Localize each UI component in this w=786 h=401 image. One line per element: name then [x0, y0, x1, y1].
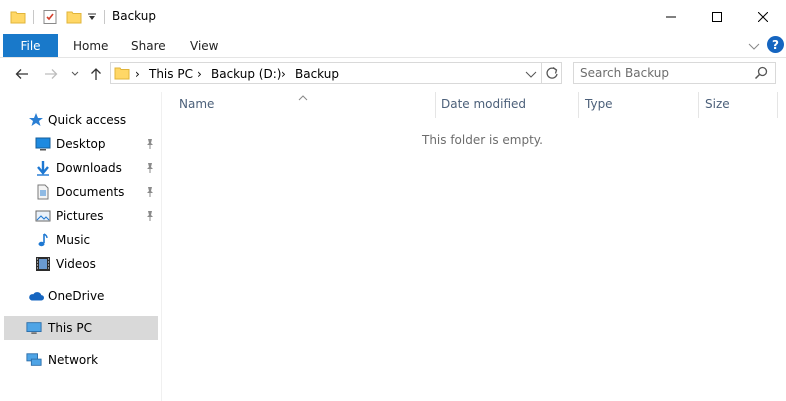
sidebar-item-network[interactable]: Network: [4, 348, 158, 372]
sidebar-label: Downloads: [56, 161, 122, 175]
pictures-icon: [35, 208, 51, 224]
music-note-icon: [35, 232, 51, 248]
sidebar-label: This PC: [48, 321, 92, 335]
sidebar-item-onedrive[interactable]: OneDrive: [4, 284, 158, 308]
desktop-icon: [35, 136, 51, 152]
breadcrumb-folder[interactable]: Backup: [295, 67, 339, 81]
close-button[interactable]: [740, 0, 786, 34]
minimize-button[interactable]: [648, 0, 694, 34]
sidebar-item-quick-access[interactable]: Quick access: [4, 108, 158, 132]
address-bar[interactable]: › This PC › Backup (D:) › Backup: [110, 62, 562, 84]
search-icon[interactable]: [754, 66, 768, 83]
sidebar-label: Music: [56, 233, 91, 247]
sidebar-item-music[interactable]: Music: [4, 228, 158, 252]
tab-view[interactable]: View: [190, 34, 218, 57]
pin-icon[interactable]: [145, 210, 155, 222]
column-separator[interactable]: [698, 92, 699, 118]
star-icon: [28, 112, 44, 128]
film-icon: [35, 256, 51, 272]
sidebar-label: Desktop: [56, 137, 106, 151]
empty-folder-message: This folder is empty.: [422, 133, 543, 147]
sort-up-icon: [298, 90, 308, 104]
chevron-right-icon[interactable]: ›: [281, 67, 286, 81]
column-type[interactable]: Type: [585, 92, 613, 116]
network-icon: [26, 352, 42, 368]
sidebar-item-pictures[interactable]: Pictures: [4, 204, 158, 228]
expand-ribbon-icon[interactable]: [748, 40, 760, 54]
sidebar-item-documents[interactable]: Documents: [4, 180, 158, 204]
sidebar-label: Documents: [56, 185, 125, 199]
search-input[interactable]: [580, 66, 750, 80]
column-separator[interactable]: [435, 92, 436, 118]
pin-icon[interactable]: [145, 162, 155, 174]
sidebar-label: Quick access: [48, 113, 127, 127]
document-icon: [35, 184, 51, 200]
computer-icon: [26, 320, 42, 336]
pin-icon[interactable]: [145, 186, 155, 198]
sidebar-label: Network: [48, 353, 99, 367]
search-box[interactable]: [573, 62, 776, 84]
sidebar-label: OneDrive: [48, 289, 105, 303]
help-icon[interactable]: ?: [767, 36, 784, 53]
column-size[interactable]: Size: [705, 92, 730, 116]
column-date-modified[interactable]: Date modified: [441, 92, 526, 116]
sidebar-label: Videos: [56, 257, 96, 271]
breadcrumb-drive[interactable]: Backup (D:): [211, 67, 281, 81]
pane-divider: [161, 92, 162, 401]
sidebar-item-downloads[interactable]: Downloads: [4, 156, 158, 180]
column-separator[interactable]: [578, 92, 579, 118]
pin-icon[interactable]: [145, 138, 155, 150]
sidebar-item-videos[interactable]: Videos: [4, 252, 158, 276]
address-dropdown-icon[interactable]: [525, 68, 537, 82]
sidebar-label: Pictures: [56, 209, 104, 223]
refresh-icon[interactable]: [545, 66, 559, 83]
column-separator[interactable]: [777, 92, 778, 118]
maximize-button[interactable]: [694, 0, 740, 34]
chevron-right-icon[interactable]: ›: [197, 67, 202, 81]
sidebar-item-desktop[interactable]: Desktop: [4, 132, 158, 156]
sidebar-item-this-pc[interactable]: This PC: [4, 316, 158, 340]
column-name[interactable]: Name: [179, 92, 214, 116]
download-arrow-icon: [35, 160, 51, 176]
cloud-icon: [28, 288, 44, 304]
navigation-pane: Quick access Desktop Downloads Documents…: [0, 0, 160, 401]
